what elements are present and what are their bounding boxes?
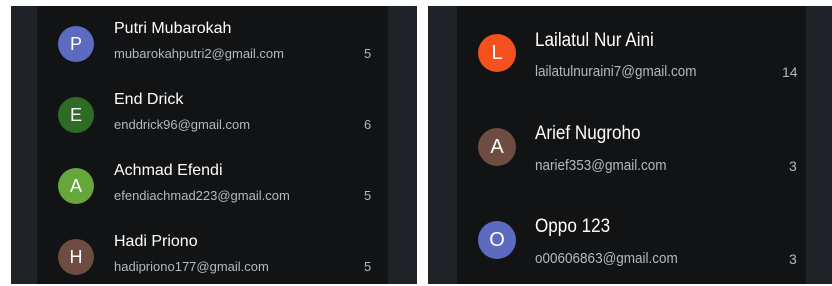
contact-email: lailatulnuraini7@gmail.com: [535, 63, 697, 80]
contact-count: 5: [364, 259, 372, 274]
contact-name: End Drick: [114, 91, 184, 108]
contact-name: Putri Mubarokah: [114, 20, 232, 37]
contacts-list-right[interactable]: L Lailatul Nur Aini lailatulnuraini7@gma…: [457, 6, 806, 284]
contact-email: hadipriono177@gmail.com: [114, 259, 269, 274]
contact-name: Oppo 123: [535, 216, 611, 237]
contact-name: Achmad Efendi: [114, 162, 223, 179]
avatar: A: [58, 168, 94, 204]
contact-email: mubarokahputri2@gmail.com: [114, 46, 284, 61]
contact-count: 14: [782, 64, 798, 80]
contact-count: 5: [364, 46, 372, 61]
screenshot-stage: P Putri Mubarokah mubarokahputri2@gmail.…: [0, 0, 832, 286]
contact-email: efendiachmad223@gmail.com: [114, 188, 290, 203]
avatar: H: [58, 239, 94, 275]
avatar: L: [478, 34, 516, 72]
avatar: A: [478, 128, 516, 166]
avatar: E: [58, 97, 94, 133]
avatar: O: [478, 221, 516, 259]
contact-count: 6: [364, 117, 372, 132]
avatar: P: [58, 26, 94, 62]
contact-email: narief353@gmail.com: [535, 157, 667, 174]
contact-count: 3: [789, 251, 797, 267]
contact-name: Arief Nugroho: [535, 123, 641, 144]
contacts-list-left[interactable]: P Putri Mubarokah mubarokahputri2@gmail.…: [37, 6, 388, 284]
contact-email: o00606863@gmail.com: [535, 250, 678, 267]
contact-name: Lailatul Nur Aini: [535, 30, 654, 51]
contacts-panel-left: P Putri Mubarokah mubarokahputri2@gmail.…: [11, 6, 417, 284]
contacts-panel-right: L Lailatul Nur Aini lailatulnuraini7@gma…: [428, 6, 832, 284]
contact-count: 5: [364, 188, 372, 203]
contact-email: enddrick96@gmail.com: [114, 117, 251, 132]
contact-name: Hadi Priono: [114, 233, 198, 250]
contact-count: 3: [789, 158, 797, 174]
